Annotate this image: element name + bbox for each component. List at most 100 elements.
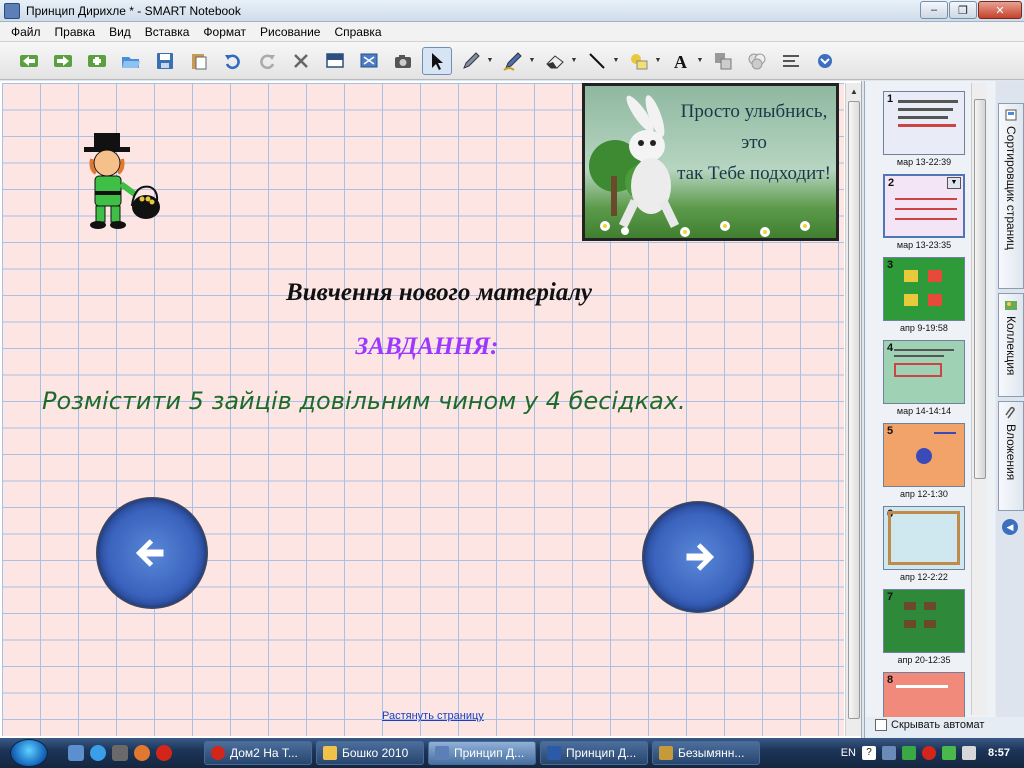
pen-dropdown-icon[interactable]: ▼ bbox=[486, 47, 494, 75]
sorter-scroll-thumb[interactable] bbox=[974, 99, 986, 479]
canvas-scroll-thumb[interactable] bbox=[848, 101, 860, 719]
shape-icon[interactable] bbox=[624, 47, 654, 75]
thumbnail-menu-icon[interactable]: ▼ bbox=[947, 177, 961, 189]
explorer-icon[interactable] bbox=[112, 745, 128, 761]
tab-page-sorter[interactable]: Сортировщик страниц bbox=[998, 103, 1024, 289]
antivirus-icon[interactable] bbox=[921, 746, 936, 760]
window-controls: – ❐ ✕ bbox=[920, 1, 1022, 19]
page-thumbnail-6[interactable]: 6 апр 12-2:22 bbox=[883, 506, 965, 582]
card-line-2: это bbox=[741, 132, 767, 153]
card-line-3: так Тебе подходит! bbox=[677, 163, 831, 184]
next-page-button[interactable] bbox=[642, 501, 754, 613]
page-thumbnail-4[interactable]: 4 мар 14-14:14 bbox=[883, 340, 965, 416]
add-page-icon[interactable] bbox=[82, 47, 112, 75]
eraser-icon[interactable] bbox=[540, 47, 570, 75]
object-icon[interactable] bbox=[708, 47, 738, 75]
creative-pen-dropdown-icon[interactable]: ▼ bbox=[528, 47, 536, 75]
select-icon[interactable] bbox=[422, 46, 452, 75]
window-title: Принцип Дирихле * - SMART Notebook bbox=[26, 3, 241, 18]
browser-icon[interactable] bbox=[134, 745, 150, 761]
canvas-scrollbar[interactable]: ▲ bbox=[845, 83, 861, 736]
line-icon[interactable] bbox=[582, 47, 612, 75]
text-icon[interactable]: A bbox=[666, 47, 696, 75]
previous-page-button[interactable] bbox=[96, 497, 208, 609]
quick-launch-icon[interactable] bbox=[68, 745, 84, 761]
thumbnail-caption: апр 12-2:22 bbox=[900, 572, 948, 582]
menu-help[interactable]: Справка bbox=[327, 22, 388, 42]
lesson-heading[interactable]: Вивчення нового матеріалу bbox=[2, 279, 844, 307]
clock[interactable]: 8:57 bbox=[988, 747, 1010, 759]
autohide-option[interactable]: Скрывать автомат bbox=[875, 719, 984, 731]
menu-edit[interactable]: Правка bbox=[48, 22, 103, 42]
taskbar-window-2[interactable]: Бошко 2010 bbox=[316, 741, 424, 765]
fill-icon[interactable] bbox=[742, 47, 772, 75]
page-thumbnail-2[interactable]: 2 ▼ мар 13-23:35 bbox=[883, 174, 965, 250]
notebook-page[interactable]: Просто улыбнись, это так Тебе подходит! … bbox=[2, 83, 844, 736]
taskbar-window-4[interactable]: Принцип Д... bbox=[540, 741, 648, 765]
quick-launch bbox=[68, 745, 172, 761]
ie-icon[interactable] bbox=[90, 745, 106, 761]
more-icon[interactable] bbox=[810, 47, 840, 75]
scroll-up-icon[interactable]: ▲ bbox=[846, 83, 862, 99]
start-button[interactable] bbox=[10, 739, 48, 767]
folder-icon bbox=[323, 746, 337, 760]
menu-view[interactable]: Вид bbox=[102, 22, 138, 42]
redo-icon[interactable] bbox=[252, 47, 282, 75]
page-thumbnail-1[interactable]: 1 мар 13-22:39 bbox=[883, 91, 965, 167]
menu-draw[interactable]: Рисование bbox=[253, 22, 327, 42]
save-icon[interactable] bbox=[150, 47, 180, 75]
sorter-scrollbar[interactable] bbox=[971, 83, 987, 715]
taskbar-window-1[interactable]: Дом2 На Т... bbox=[204, 741, 312, 765]
page-thumbnail-7[interactable]: 7 апр 20-12:35 bbox=[883, 589, 965, 665]
paint-icon bbox=[659, 746, 673, 760]
autohide-label: Скрывать автомат bbox=[891, 719, 985, 731]
paste-icon[interactable] bbox=[184, 47, 214, 75]
help-icon[interactable]: ? bbox=[861, 746, 876, 760]
tab-label: Коллекция bbox=[1004, 316, 1018, 376]
page-thumbnail-5[interactable]: 5 апр 12-1:30 bbox=[883, 423, 965, 499]
network-icon[interactable] bbox=[881, 746, 896, 760]
thumbnail-caption: апр 12-1:30 bbox=[900, 489, 948, 499]
forward-icon[interactable] bbox=[48, 47, 78, 75]
pen-icon[interactable] bbox=[456, 47, 486, 75]
text-dropdown-icon[interactable]: ▼ bbox=[696, 47, 704, 75]
full-screen-icon[interactable] bbox=[354, 47, 384, 75]
leprechaun-image[interactable] bbox=[80, 129, 166, 231]
undo-icon[interactable] bbox=[218, 47, 248, 75]
page-thumbnail-3[interactable]: 3 апр 9-19:58 bbox=[883, 257, 965, 333]
stretch-page-link[interactable]: Растянуть страницу bbox=[382, 710, 484, 722]
bunny-card[interactable]: Просто улыбнись, это так Тебе подходит! bbox=[582, 83, 839, 241]
menu-file[interactable]: Файл bbox=[4, 22, 48, 42]
shape-dropdown-icon[interactable]: ▼ bbox=[654, 47, 662, 75]
tray-app-icon[interactable] bbox=[901, 746, 916, 760]
close-button[interactable]: ✕ bbox=[978, 1, 1022, 19]
line-dropdown-icon[interactable]: ▼ bbox=[612, 47, 620, 75]
delete-icon[interactable] bbox=[286, 47, 316, 75]
opera-icon[interactable] bbox=[156, 745, 172, 761]
capture-icon[interactable] bbox=[388, 47, 418, 75]
minimize-button[interactable]: – bbox=[920, 1, 948, 19]
restore-button[interactable]: ❐ bbox=[949, 1, 977, 19]
thumbnail-image: 1 bbox=[883, 91, 965, 155]
back-icon[interactable] bbox=[14, 47, 44, 75]
volume-icon[interactable] bbox=[961, 746, 976, 760]
task-text[interactable]: Розмістити 5 зайців довільним чином у 4 … bbox=[42, 387, 822, 415]
creative-pen-icon[interactable] bbox=[498, 47, 528, 75]
autohide-checkbox[interactable] bbox=[875, 719, 887, 731]
tab-gallery[interactable]: Коллекция bbox=[998, 293, 1024, 397]
properties-icon[interactable] bbox=[776, 47, 806, 75]
menu-insert[interactable]: Вставка bbox=[138, 22, 197, 42]
task-label[interactable]: ЗАВДАННЯ: bbox=[2, 333, 844, 361]
word-icon bbox=[547, 746, 561, 760]
menu-format[interactable]: Формат bbox=[196, 22, 253, 42]
language-indicator[interactable]: EN bbox=[841, 747, 856, 759]
open-icon[interactable] bbox=[116, 47, 146, 75]
taskbar-window-5[interactable]: Безымянн... bbox=[652, 741, 760, 765]
collapse-panel-icon[interactable]: ◀ bbox=[1002, 519, 1018, 535]
tab-attachments[interactable]: Вложения bbox=[998, 401, 1024, 511]
screen-shade-icon[interactable] bbox=[320, 47, 350, 75]
wifi-icon[interactable] bbox=[941, 746, 956, 760]
taskbar-window-3[interactable]: Принцип Д... bbox=[428, 741, 536, 765]
page-thumbnail-8[interactable]: 8 bbox=[883, 672, 965, 717]
eraser-dropdown-icon[interactable]: ▼ bbox=[570, 47, 578, 75]
